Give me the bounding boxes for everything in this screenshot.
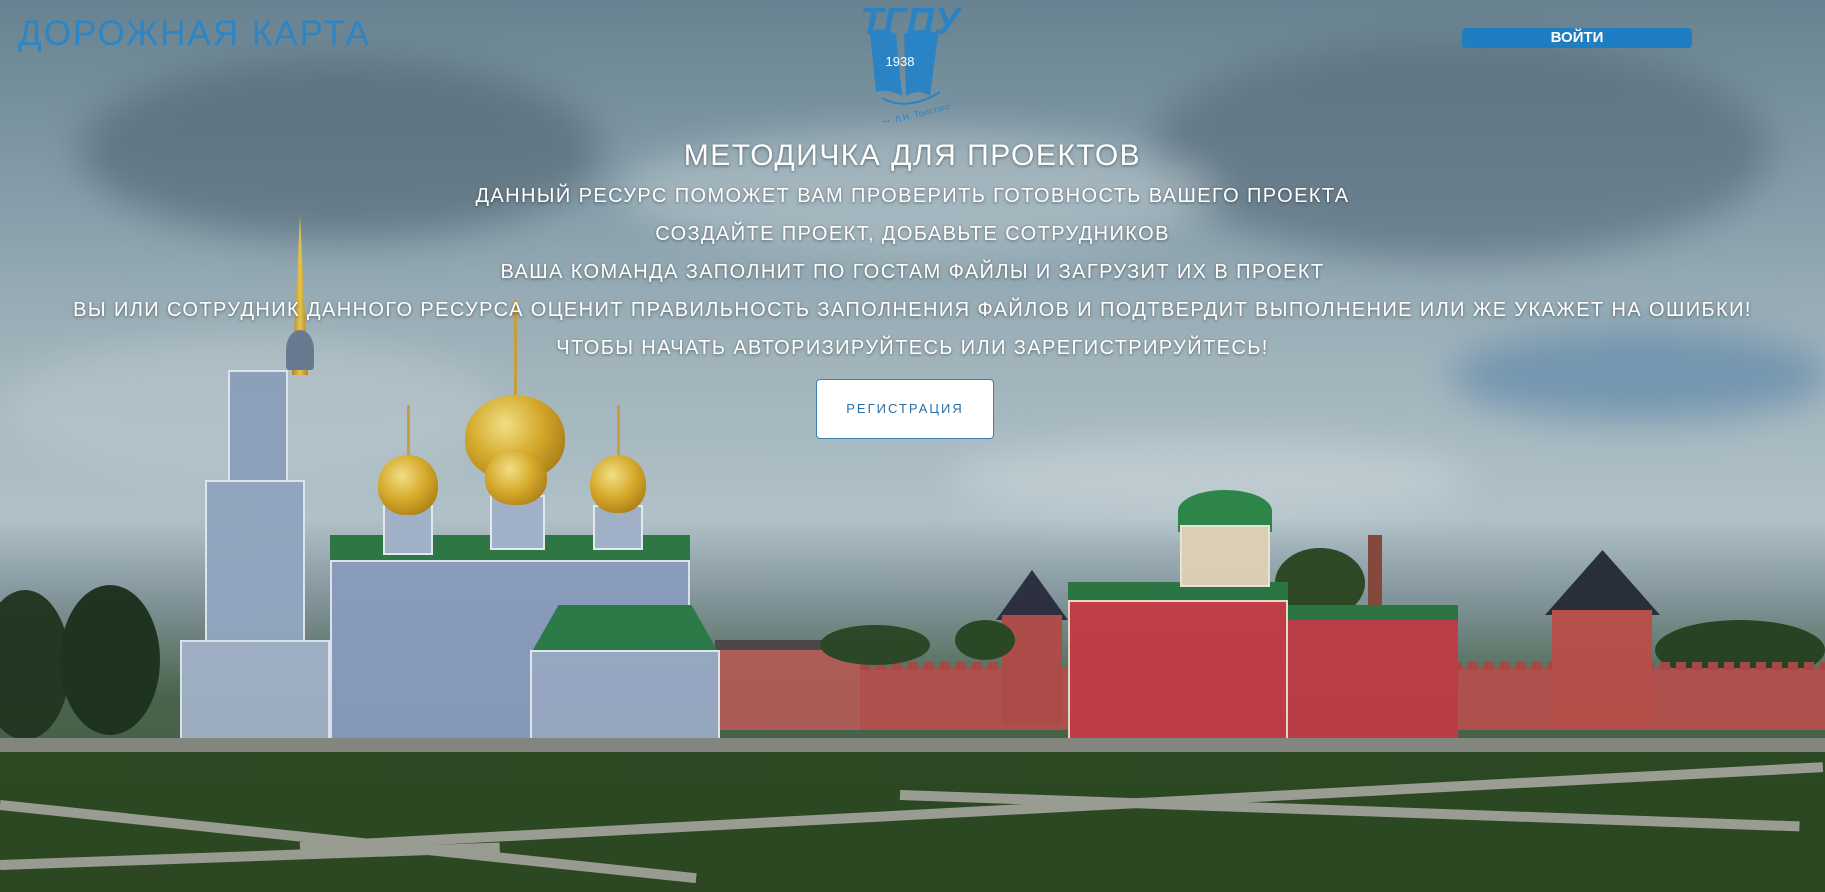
intro-line: ЧТОБЫ НАЧАТЬ АВТОРИЗИРУЙТЕСЬ ИЛИ ЗАРЕГИС… (556, 337, 1269, 359)
intro-line: ДАННЫЙ РЕСУРС ПОМОЖЕТ ВАМ ПРОВЕРИТЬ ГОТО… (475, 185, 1350, 207)
intro-line: СОЗДАЙТЕ ПРОЕКТ, ДОБАВЬТЕ СОТРУДНИКОВ (655, 223, 1170, 245)
logo-emblem-icon: ТГПУ 1938 им. Л.Н. Толстого (860, 1, 963, 129)
register-button[interactable]: РЕГИСТРАЦИЯ (816, 379, 994, 439)
intro-section: МЕТОДИЧКА ДЛЯ ПРОЕКТОВ ДАННЫЙ РЕСУРС ПОМ… (0, 135, 1825, 367)
logo-caption: им. Л.Н. Толстого (878, 101, 951, 122)
logo-year: 1938 (886, 54, 915, 69)
intro-line: ВАША КОМАНДА ЗАПОЛНИТ ПО ГОСТАМ ФАЙЛЫ И … (500, 261, 1325, 283)
logo-arc (881, 91, 941, 105)
login-button[interactable]: ВОЙТИ (1462, 28, 1692, 48)
site-brand[interactable]: ДОРОЖНАЯ КАРТА (18, 14, 371, 54)
hero-background: ДОРОЖНАЯ КАРТА ТГПУ 1938 им. Л.Н. Толсто… (0, 0, 1825, 892)
page-title: МЕТОДИЧКА ДЛЯ ПРОЕКТОВ (683, 139, 1142, 172)
intro-line: ВЫ ИЛИ СОТРУДНИК ДАННОГО РЕСУРСА ОЦЕНИТ … (73, 299, 1752, 321)
background-overlay (0, 0, 1825, 892)
university-logo[interactable]: ТГПУ 1938 им. Л.Н. Толстого (852, 0, 963, 129)
